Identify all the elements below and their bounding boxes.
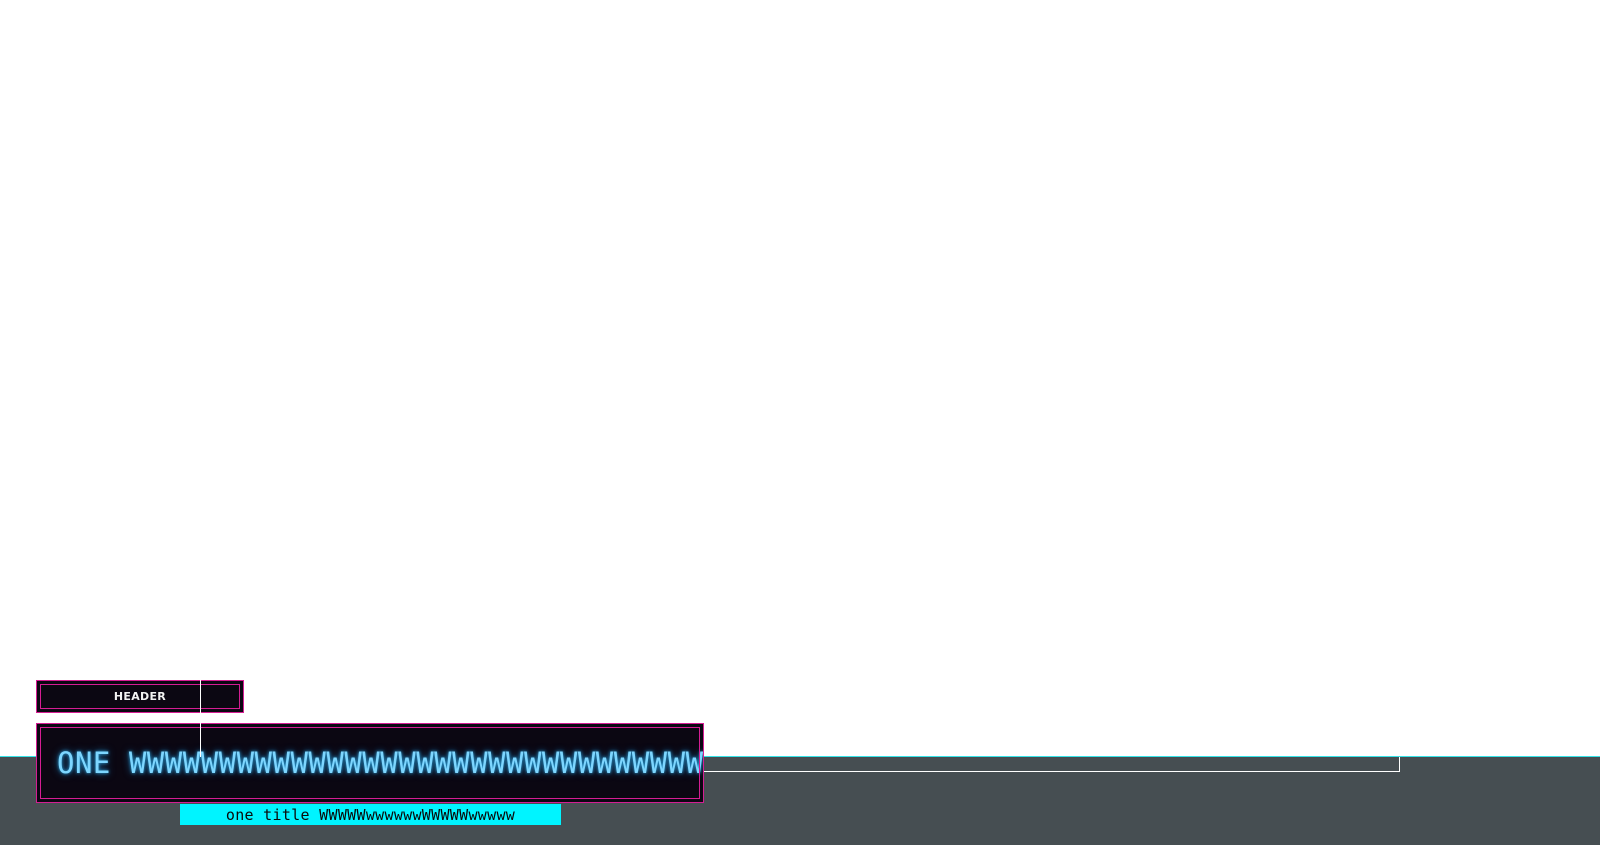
header-label: HEADER [113,690,167,703]
guide-line-vertical [200,680,201,757]
canvas: HEADER ONE WWWWWWWWWWWWWWWWWWWWWWWWWWWWW… [0,0,1600,845]
subtitle-bar: one title WWWWWwwwwwwWWWWWwwwww [180,804,561,825]
title-text: ONE WWWWWWWWWWWWWWWWWWWWWWWWWWWWWWWW [57,746,704,780]
guide-line-tick [1399,757,1400,772]
title-panel: ONE WWWWWWWWWWWWWWWWWWWWWWWWWWWWWWWW [36,723,704,803]
header-chip: HEADER [36,680,244,713]
subtitle-text: one title WWWWWwwwwwwWWWWWwwwww [225,805,516,824]
